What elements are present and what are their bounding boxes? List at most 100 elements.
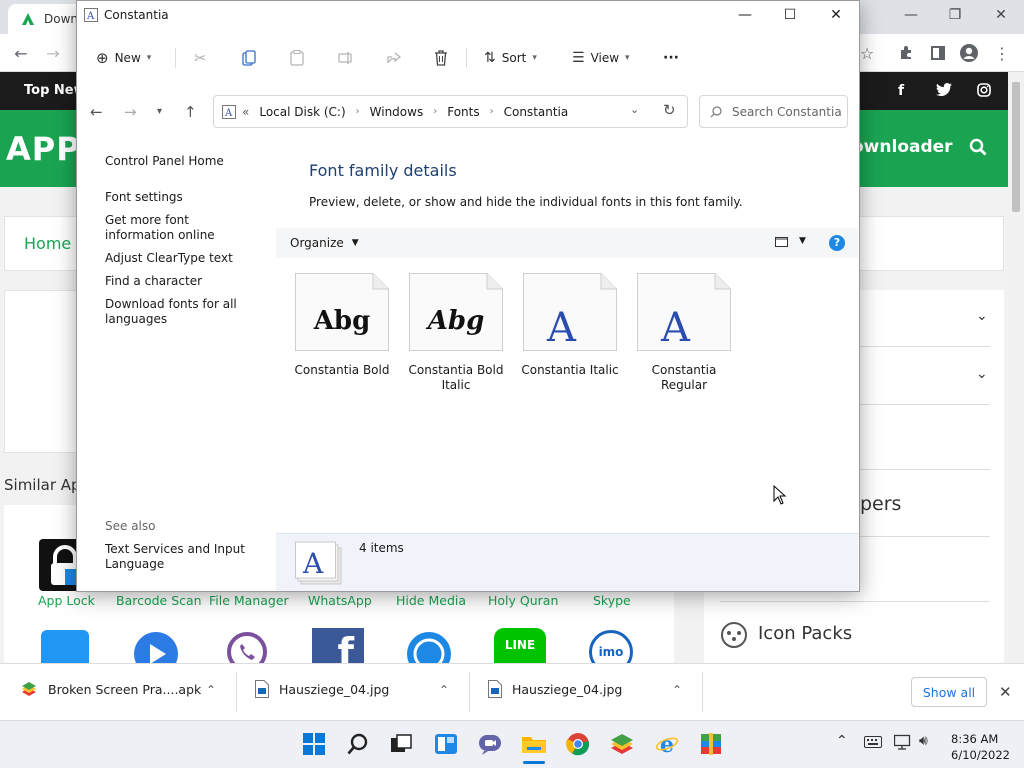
app-tile-row2[interactable]: imo — [569, 622, 653, 674]
show-hidden-icons-chevron-icon[interactable]: ⌃ — [836, 733, 848, 749]
start-windows-icon[interactable] — [301, 731, 327, 757]
address-history-chevron-icon[interactable]: ⌄ — [630, 103, 639, 116]
back-arrow-icon[interactable]: ← — [90, 103, 103, 121]
up-arrow-icon[interactable]: ↑ — [184, 103, 197, 121]
show-all-button[interactable]: Show all — [911, 677, 987, 707]
cleartype-link[interactable]: Adjust ClearType text — [105, 251, 255, 266]
help-icon[interactable]: ? — [829, 235, 845, 251]
app-name[interactable]: Holy Quran — [488, 593, 558, 608]
app-name[interactable]: WhatsApp — [308, 593, 372, 608]
font-file-name[interactable]: Constantia Italic — [513, 363, 627, 378]
cut-button[interactable]: ✂ — [194, 42, 207, 74]
font-file-name[interactable]: Constantia Regular — [627, 363, 741, 393]
internet-explorer-icon[interactable]: e — [654, 731, 680, 757]
teams-chat-icon[interactable] — [477, 731, 503, 757]
breadcrumb-segment[interactable]: Local Disk (C:) — [259, 105, 345, 119]
organize-button[interactable]: Organize ▼ — [290, 236, 359, 250]
font-file-constantia-bold-italic[interactable]: Abg — [409, 273, 503, 351]
font-file-constantia-bold[interactable]: Abg — [295, 273, 389, 351]
instagram-icon[interactable] — [977, 83, 991, 101]
network-icon[interactable] — [893, 734, 912, 753]
refresh-icon[interactable]: ↻ — [663, 101, 676, 119]
chevron-down-icon[interactable]: ⌄ — [976, 366, 988, 382]
share-button[interactable] — [386, 42, 402, 74]
app-tile-row2[interactable] — [205, 622, 289, 668]
chevron-down-icon[interactable]: ⌄ — [976, 308, 988, 324]
search-box[interactable]: Search Constantia — [699, 95, 848, 128]
chevron-up-icon[interactable]: ⌃ — [672, 683, 682, 697]
view-button[interactable]: ☰ View ▾ — [572, 42, 630, 74]
taskbar-search-icon[interactable] — [345, 731, 371, 757]
control-panel-home-link[interactable]: Control Panel Home — [105, 154, 255, 169]
breadcrumb-segment[interactable]: Fonts — [447, 105, 479, 119]
font-file-name[interactable]: Constantia Bold Italic — [399, 363, 513, 393]
app-name[interactable]: App Lock — [38, 593, 95, 608]
facebook-icon[interactable]: f — [898, 83, 904, 99]
app-tile-row2[interactable] — [387, 622, 471, 668]
delete-button[interactable] — [434, 42, 448, 74]
site-search-icon[interactable] — [969, 138, 987, 159]
bluestacks-icon[interactable] — [609, 731, 635, 757]
profile-avatar-icon[interactable] — [958, 42, 980, 64]
chrome-icon[interactable] — [565, 731, 591, 757]
app-name[interactable]: File Manager — [209, 593, 289, 608]
breadcrumb-segment[interactable]: Windows — [370, 105, 424, 119]
close-downloads-icon[interactable]: ✕ — [999, 683, 1012, 701]
side-panel-icon[interactable] — [927, 42, 949, 64]
rename-button[interactable] — [338, 42, 354, 74]
address-bar[interactable]: A « Local Disk (C:) › Windows › Fonts › … — [213, 95, 688, 128]
app-tile-row2[interactable]: f — [296, 622, 380, 674]
breadcrumb-overflow[interactable]: « — [242, 105, 249, 119]
font-file-constantia-regular[interactable]: A — [637, 273, 731, 351]
app-name[interactable]: Skype — [593, 593, 631, 608]
sort-button[interactable]: ⇅ Sort ▾ — [484, 42, 537, 74]
search-input[interactable]: Search Constantia — [732, 105, 842, 119]
clock-date[interactable]: 6/10/2022 — [951, 748, 1010, 762]
browser-maximize-button[interactable]: ❐ — [932, 0, 978, 30]
browser-close-button[interactable]: ✕ — [978, 0, 1024, 30]
browser-minimize-button[interactable]: — — [888, 0, 934, 30]
app-tile-row2[interactable] — [23, 622, 107, 670]
font-file-constantia-italic[interactable]: A — [523, 273, 617, 351]
downloader-link[interactable]: ownloader — [852, 137, 953, 157]
page-scrollbar[interactable] — [1008, 72, 1024, 663]
download-item[interactable]: Hausziege_04.jpg — [255, 680, 389, 698]
extensions-puzzle-icon[interactable] — [895, 42, 917, 64]
font-file-name[interactable]: Constantia Bold — [285, 363, 399, 378]
chevron-up-icon[interactable]: ⌃ — [206, 683, 216, 697]
task-view-icon[interactable] — [388, 731, 414, 757]
maximize-button[interactable]: ☐ — [767, 0, 813, 30]
volume-icon[interactable]: 🔊︎ — [919, 733, 928, 749]
icon-packs-link[interactable]: Icon Packs — [758, 623, 852, 644]
text-services-link[interactable]: Text Services and Input Language — [105, 542, 255, 572]
app-tile-row2[interactable] — [114, 622, 198, 668]
scrollbar-thumb[interactable] — [1012, 82, 1020, 212]
app-name[interactable]: Barcode Scan — [116, 593, 202, 608]
recent-locations-chevron-icon[interactable]: ▾ — [157, 106, 162, 117]
winrar-archive-icon[interactable] — [698, 731, 724, 757]
minimize-button[interactable]: — — [722, 0, 768, 30]
app-name[interactable]: Hide Media — [396, 593, 466, 608]
copy-button[interactable] — [242, 42, 256, 74]
keyboard-icon[interactable] — [864, 736, 882, 751]
app-tile-row2[interactable]: LINE — [478, 622, 562, 668]
font-settings-link[interactable]: Font settings — [105, 190, 255, 205]
download-fonts-link[interactable]: Download fonts for all languages — [105, 297, 255, 327]
more-font-info-link[interactable]: Get more font information online — [105, 213, 255, 243]
paste-button[interactable] — [290, 42, 304, 74]
forward-arrow-icon[interactable]: → — [42, 42, 64, 64]
browser-menu-icon[interactable]: ⋮ — [991, 42, 1013, 64]
view-options-chevron-icon[interactable]: ▼ — [799, 236, 806, 246]
more-options-button[interactable]: ··· — [663, 42, 679, 74]
find-character-link[interactable]: Find a character — [105, 274, 255, 289]
file-explorer-icon[interactable] — [521, 731, 547, 757]
clock-time[interactable]: 8:36 AM — [951, 732, 998, 746]
download-item[interactable]: Hausziege_04.jpg — [488, 680, 622, 698]
widgets-icon[interactable] — [433, 731, 459, 757]
chevron-up-icon[interactable]: ⌃ — [439, 683, 449, 697]
twitter-icon[interactable] — [936, 83, 952, 101]
change-view-button[interactable] — [775, 236, 788, 251]
download-item[interactable]: Broken Screen Pra....apk — [20, 680, 201, 698]
breadcrumb-segment[interactable]: Constantia — [504, 105, 569, 119]
forward-arrow-icon[interactable]: → — [124, 103, 137, 121]
